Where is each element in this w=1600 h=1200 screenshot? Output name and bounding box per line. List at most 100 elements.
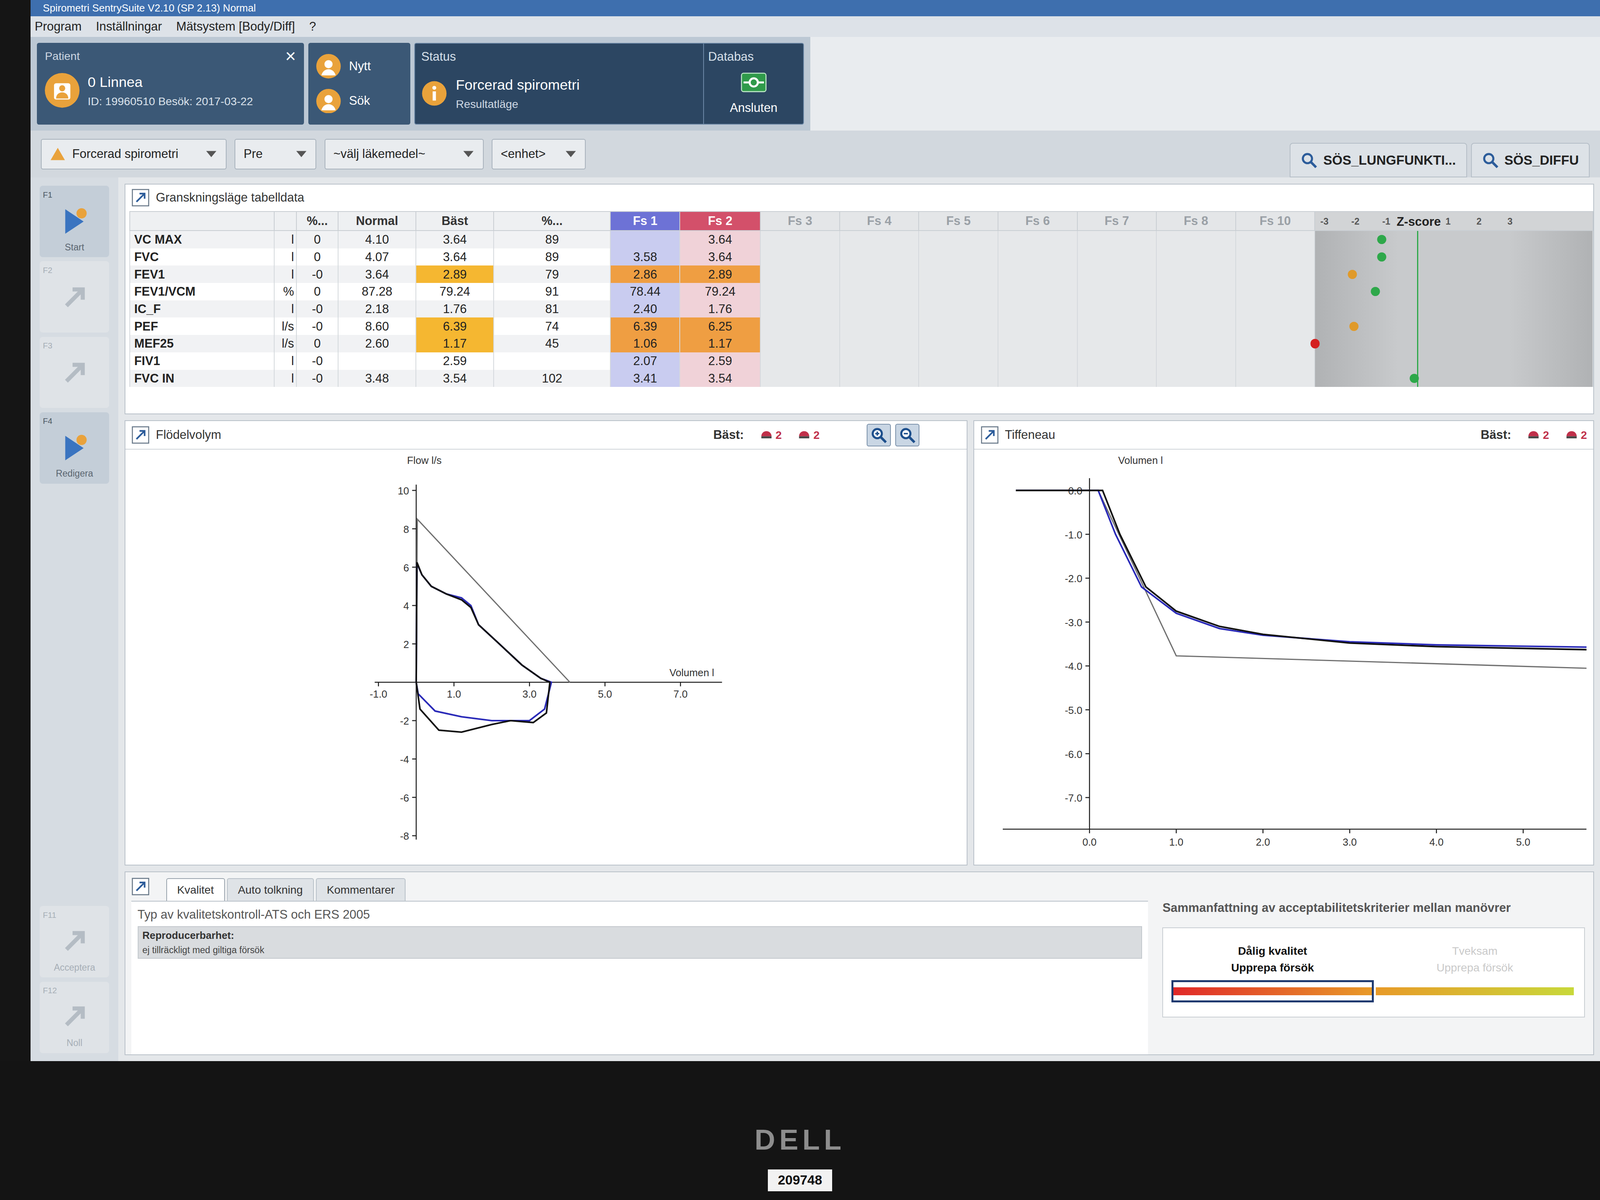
patient-label: Patient bbox=[44, 47, 80, 65]
table-row[interactable]: FEV1/VCM%087.2879.249178.4479.24 bbox=[129, 282, 1593, 301]
cell-text: 2.89 bbox=[442, 267, 467, 282]
table-row[interactable]: FEV1l-03.642.89792.862.89 bbox=[129, 265, 1593, 283]
column-header[interactable] bbox=[274, 211, 297, 231]
column-header[interactable]: Fs 4 bbox=[839, 211, 920, 231]
sidebar-item[interactable]: F2 bbox=[39, 261, 110, 333]
column-header[interactable]: %... bbox=[493, 211, 611, 231]
table-row[interactable]: MEF25l/s02.601.17451.061.17 bbox=[129, 334, 1593, 353]
column-header[interactable]: Normal bbox=[338, 211, 416, 231]
tab-label[interactable]: Auto tolkning bbox=[237, 881, 303, 899]
button-label[interactable]: Nytt bbox=[348, 57, 371, 76]
table-row[interactable]: FVCl04.073.64893.583.64 bbox=[129, 248, 1593, 266]
dropdown-label[interactable]: ~välj läkemedel~ bbox=[333, 144, 457, 164]
report-tab-label[interactable]: SÖS_DIFFU bbox=[1504, 150, 1579, 171]
table-cell: 78.44 bbox=[610, 282, 680, 301]
table-cell: 79.24 bbox=[679, 282, 761, 301]
column-header[interactable]: Fs 8 bbox=[1156, 211, 1236, 231]
y-axis bbox=[1088, 478, 1091, 830]
table-cell: FVC bbox=[129, 248, 275, 266]
column-label: Fs 3 bbox=[787, 213, 813, 228]
zoom-in-button[interactable] bbox=[866, 423, 892, 447]
sidebar-item[interactable]: F12Noll bbox=[39, 981, 110, 1054]
segment-subtitle: Upprepa försök bbox=[1436, 959, 1514, 976]
new-button[interactable]: Nytt bbox=[316, 53, 402, 79]
gauge-bar bbox=[1373, 980, 1577, 1003]
dropdown-label[interactable]: Forcerad spirometri bbox=[72, 144, 200, 164]
menu-item[interactable]: Inställningar bbox=[96, 17, 162, 36]
column-header[interactable]: Fs 1 bbox=[610, 211, 680, 231]
table-cell bbox=[998, 248, 1078, 266]
table-cell bbox=[1077, 230, 1157, 249]
column-header[interactable]: Fs 10 bbox=[1235, 211, 1316, 231]
quality-tab[interactable]: Kvalitet bbox=[166, 878, 225, 901]
x-axis bbox=[1002, 828, 1587, 831]
column-header[interactable]: Fs 3 bbox=[760, 211, 840, 231]
sidebar-item[interactable]: F11Acceptera bbox=[39, 905, 110, 978]
zero-line bbox=[1417, 334, 1419, 353]
table-cell bbox=[338, 352, 416, 370]
report-tab[interactable]: SÖS_DIFFU bbox=[1471, 142, 1590, 178]
cell-text: 1.17 bbox=[442, 336, 467, 351]
sidebar-key: F3 bbox=[39, 339, 53, 352]
table-cell bbox=[839, 317, 920, 335]
quality-gauge: Dålig kvalitetUpprepa försökTveksamUppre… bbox=[1162, 927, 1585, 1018]
dropdown-label[interactable]: <enhet> bbox=[500, 144, 559, 164]
dropdown-label[interactable]: Pre bbox=[243, 144, 289, 164]
table-cell: -0 bbox=[296, 352, 339, 370]
menu-item[interactable]: ? bbox=[309, 17, 316, 36]
column-header[interactable]: Fs 2 bbox=[679, 211, 761, 231]
column-header[interactable]: Fs 5 bbox=[918, 211, 999, 231]
x-tick bbox=[604, 682, 606, 687]
spirometry-icon bbox=[49, 146, 66, 162]
table-row[interactable]: VC MAXl04.103.64893.64 bbox=[129, 230, 1593, 249]
y-tick bbox=[1085, 709, 1090, 711]
table-cell: 6.25 bbox=[679, 317, 761, 335]
column-header[interactable] bbox=[129, 211, 275, 231]
tab-label[interactable]: Kvalitet bbox=[176, 881, 214, 899]
column-header[interactable]: Fs 7 bbox=[1077, 211, 1157, 231]
status-text: Forcerad spirometriResultatläge bbox=[455, 74, 580, 113]
search-button[interactable]: Sök bbox=[316, 88, 402, 114]
table-cell bbox=[1235, 248, 1316, 266]
sidebar-item[interactable]: F3 bbox=[39, 336, 110, 409]
report-tab[interactable]: SÖS_LUNGFUNKTI... bbox=[1289, 142, 1467, 178]
button-label[interactable]: Sök bbox=[348, 91, 370, 110]
table-row[interactable]: IC_Fl-02.181.76812.401.76 bbox=[129, 300, 1593, 318]
table-cell bbox=[760, 334, 840, 353]
column-header[interactable]: Fs 6 bbox=[998, 211, 1078, 231]
flow-volume-plot: 108642-2-4-6-8-1.01.03.05.07.0Flow l/sVo… bbox=[125, 449, 967, 862]
table-cell: FEV1/VCM bbox=[129, 282, 275, 301]
sidebar-item[interactable]: F1Start bbox=[39, 185, 110, 258]
gauge-segment: TveksamUpprepa försök bbox=[1373, 942, 1577, 1003]
cell-text: 3.64 bbox=[442, 250, 467, 264]
dropdown[interactable]: Pre bbox=[234, 138, 317, 170]
menu-item[interactable]: Mätsystem [Body/Diff] bbox=[176, 17, 295, 36]
close-button[interactable]: × bbox=[285, 46, 297, 66]
dropdown[interactable]: ~välj läkemedel~ bbox=[324, 138, 484, 170]
dropdown[interactable]: <enhet> bbox=[491, 138, 586, 170]
menu-item[interactable]: Program bbox=[34, 17, 82, 36]
dropdown[interactable]: Forcerad spirometri bbox=[40, 138, 227, 170]
report-tab-label[interactable]: SÖS_LUNGFUNKTI... bbox=[1323, 150, 1456, 171]
series-line bbox=[416, 519, 570, 683]
cell-text: 2.60 bbox=[365, 336, 389, 351]
table-row[interactable]: PEFl/s-08.606.39746.396.25 bbox=[129, 317, 1593, 335]
cell-text: FEV1/VCM bbox=[134, 284, 196, 299]
cell-text: 3.64 bbox=[708, 250, 733, 264]
sidebar-item[interactable]: F4Redigera bbox=[39, 412, 110, 484]
table-cell: l bbox=[274, 352, 297, 370]
quality-tab[interactable]: Kommentarer bbox=[315, 878, 406, 901]
table-row[interactable]: FIV1l-02.592.072.59 bbox=[129, 352, 1593, 370]
status-label: Status bbox=[421, 47, 697, 66]
column-header[interactable]: %... bbox=[296, 211, 339, 231]
table-row[interactable]: FVC INl-03.483.541023.413.54 bbox=[129, 369, 1593, 388]
patient-info: 0 LinneaID: 19960510 Besök: 2017-03-22 bbox=[87, 71, 253, 110]
legend-text: 2 bbox=[813, 426, 820, 444]
zoom-out-button[interactable] bbox=[895, 423, 920, 447]
quality-tab[interactable]: Auto tolkning bbox=[226, 878, 314, 901]
column-header[interactable]: Bäst bbox=[415, 211, 494, 231]
y-tick-label: -4 bbox=[400, 753, 410, 766]
table-cell bbox=[1235, 265, 1316, 283]
cell-text: FEV1 bbox=[134, 267, 165, 282]
tab-label[interactable]: Kommentarer bbox=[326, 881, 395, 899]
